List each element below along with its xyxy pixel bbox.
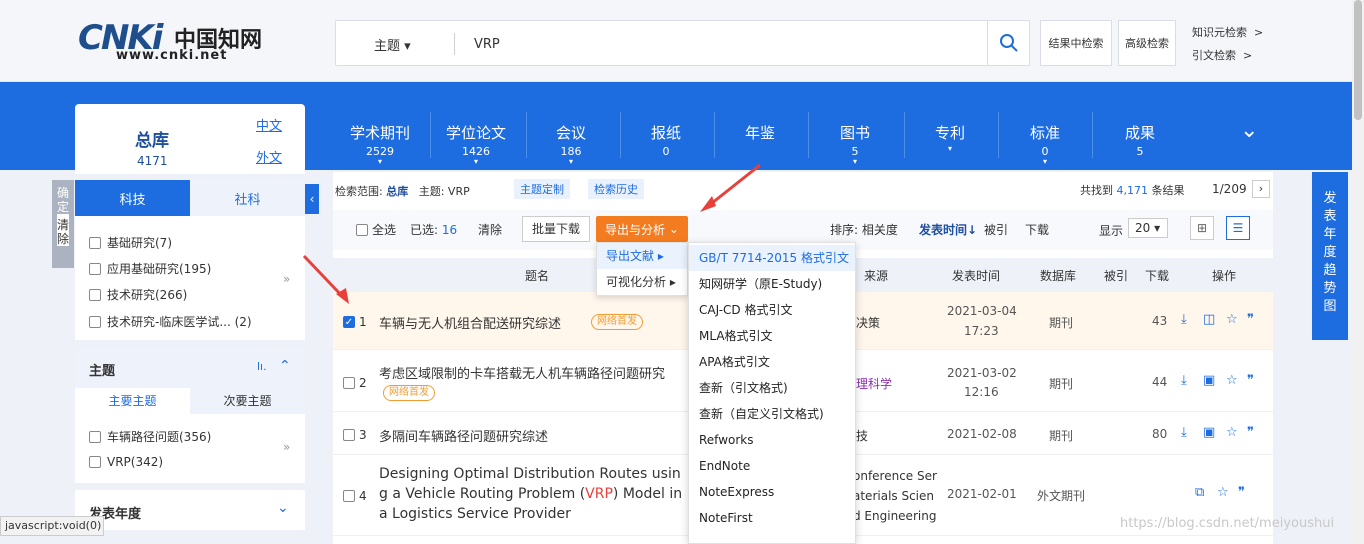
watermark: https://blog.csdn.net/meiyoushui (1120, 516, 1335, 531)
arrow-head-icon (700, 196, 716, 212)
scrollbar-thumb[interactable] (1354, 0, 1362, 120)
status-bar: javascript:void(0) (0, 516, 104, 536)
annotation-arrows (302, 163, 761, 304)
